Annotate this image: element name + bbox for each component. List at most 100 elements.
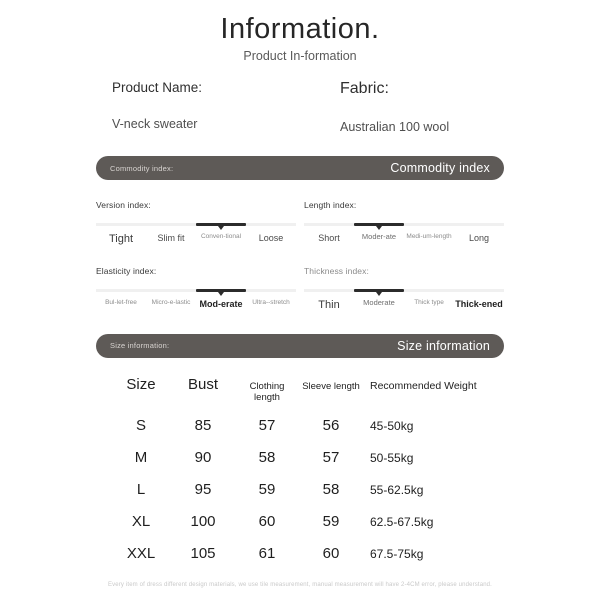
scale-thickness-index: Thickness index: Thin Moderate Thick typ…	[304, 266, 504, 311]
track-segment[interactable]	[96, 289, 146, 292]
product-name-column: Product Name: V-neck sweater	[112, 80, 340, 134]
cell-clothing-length: 61	[258, 545, 276, 563]
fabric-label: Fabric:	[340, 80, 389, 98]
scale-length-index: Length index: Short Moder-ate Medi-um-le…	[304, 200, 504, 245]
cell-size: XL	[131, 513, 151, 531]
cell-sleeve-length: 57	[322, 449, 340, 467]
scale-version-index: Version index: Tight Slim fit Conven-tio…	[96, 200, 296, 245]
cell-bust: 85	[194, 417, 212, 435]
scale-option-label-selected[interactable]: Mod-erate	[196, 299, 246, 309]
product-name-label: Product Name:	[112, 80, 203, 96]
scale-option-label[interactable]: Thin	[304, 299, 354, 311]
scale-option-label[interactable]: Tight	[96, 233, 146, 245]
track-segment-active[interactable]	[354, 289, 404, 293]
scale-elasticity-index: Elasticity index: Bul-let-free Micro-e-l…	[96, 266, 296, 311]
page-title: Information.	[220, 13, 380, 45]
column-header-sleeve-length: Sleeve length	[302, 380, 360, 392]
scale-option-label[interactable]: Ultra--stretch	[246, 299, 296, 309]
scale-title-elasticity: Elasticity index:	[96, 266, 157, 277]
scale-option-label-selected[interactable]: Moderate	[354, 299, 404, 311]
scale-option-label[interactable]: Thick type	[404, 299, 454, 311]
cell-recommended-weight: 45-50kg	[370, 418, 414, 433]
cell-size: S	[135, 417, 146, 435]
cell-recommended-weight: 67.5-75kg	[370, 546, 424, 561]
scale-option-label-selected[interactable]: Conven-tional	[196, 233, 246, 245]
scale-option-label[interactable]: Micro-e-lastic	[146, 299, 196, 309]
cell-bust: 105	[190, 545, 216, 563]
scale-track-thickness[interactable]	[304, 289, 504, 293]
product-meta-labels: Product Name: V-neck sweater Fabric: Aus…	[112, 80, 504, 134]
cell-clothing-length: 57	[258, 417, 276, 435]
cell-size: M	[134, 449, 148, 467]
track-segment-active[interactable]	[196, 223, 246, 227]
size-information-small-label: Size information:	[110, 341, 170, 351]
track-segment[interactable]	[404, 289, 454, 292]
track-segment[interactable]	[454, 289, 504, 292]
scale-option-label[interactable]: Thick-ened	[454, 299, 504, 311]
track-segment[interactable]	[146, 289, 196, 292]
cell-sleeve-length: 59	[322, 513, 340, 531]
scale-labels-length: Short Moder-ate Medi-um-length Long	[304, 232, 504, 243]
cell-clothing-length: 58	[258, 449, 276, 467]
size-table: Size Bust Clothing length Sleeve length …	[0, 376, 600, 570]
cell-bust: 90	[194, 449, 212, 467]
table-row: S 85 57 56 45-50kg	[110, 410, 500, 442]
cell-size: L	[136, 481, 146, 499]
scale-labels-version: Tight Slim fit Conven-tional Loose	[96, 233, 296, 245]
scale-track-version[interactable]	[96, 223, 296, 227]
scale-option-label[interactable]: Bul-let-free	[96, 299, 146, 309]
track-segment[interactable]	[246, 223, 296, 226]
cell-recommended-weight: 62.5-67.5kg	[370, 514, 434, 529]
scale-track-elasticity[interactable]	[96, 289, 296, 293]
scale-option-label[interactable]: Short	[304, 233, 354, 243]
scale-option-label[interactable]: Loose	[246, 233, 296, 245]
column-header-bust: Bust	[187, 375, 218, 393]
cell-bust: 100	[190, 513, 216, 531]
size-information-large-label: Size information	[397, 338, 490, 353]
table-row: XL 100 60 59 62.5-67.5kg	[110, 506, 500, 538]
scale-option-label[interactable]: Slim fit	[146, 233, 196, 245]
scale-labels-elasticity: Bul-let-free Micro-e-lastic Mod-erate Ul…	[96, 299, 296, 309]
scale-title-length: Length index:	[304, 200, 357, 211]
track-segment[interactable]	[96, 223, 146, 226]
cell-recommended-weight: 50-55kg	[370, 450, 414, 465]
track-segment-active[interactable]	[354, 223, 404, 227]
size-information-bar: Size information: Size information	[96, 333, 504, 358]
track-segment[interactable]	[304, 289, 354, 292]
scale-row-2: Elasticity index: Bul-let-free Micro-e-l…	[96, 266, 504, 311]
scale-labels-thickness: Thin Moderate Thick type Thick-ened	[304, 299, 504, 312]
cell-clothing-length: 59	[258, 481, 276, 499]
track-segment[interactable]	[246, 289, 296, 292]
track-segment[interactable]	[146, 223, 196, 226]
track-segment[interactable]	[304, 223, 354, 226]
page-subtitle: Product In-formation	[243, 48, 357, 63]
commodity-index-large-label: Commodity index	[390, 161, 490, 176]
table-row: XXL 105 61 60 67.5-75kg	[110, 538, 500, 570]
scale-track-length[interactable]	[304, 223, 504, 227]
column-header-size: Size	[126, 375, 156, 393]
scale-option-label[interactable]: Long	[454, 233, 504, 243]
cell-sleeve-length: 58	[322, 481, 340, 499]
cell-size: XXL	[126, 545, 156, 563]
table-row: L 95 59 58 55-62.5kg	[110, 474, 500, 506]
fabric-column: Fabric: Australian 100 wool	[340, 80, 540, 134]
page-header: Information. Product In-formation	[0, 0, 600, 64]
table-row: M 90 58 57 50-55kg	[110, 442, 500, 474]
scale-title-version: Version index:	[96, 200, 151, 211]
commodity-index-small-label: Commodity index:	[110, 163, 174, 173]
fabric-value: Australian 100 wool	[340, 120, 450, 135]
scale-option-label-selected[interactable]: Moder-ate	[354, 232, 404, 243]
scale-option-label[interactable]: Medi-um-length	[404, 233, 454, 243]
scale-row-1: Version index: Tight Slim fit Conven-tio…	[96, 200, 504, 245]
cell-sleeve-length: 56	[322, 417, 340, 435]
column-header-clothing-length: Clothing length	[249, 380, 285, 403]
track-segment-active[interactable]	[196, 289, 246, 293]
track-segment[interactable]	[454, 223, 504, 226]
scale-title-thickness: Thickness index:	[304, 266, 369, 277]
track-segment[interactable]	[404, 223, 454, 226]
cell-sleeve-length: 60	[322, 545, 340, 563]
index-scales: Version index: Tight Slim fit Conven-tio…	[0, 200, 600, 312]
product-name-value: V-neck sweater	[112, 117, 198, 132]
cell-recommended-weight: 55-62.5kg	[370, 482, 424, 497]
product-meta: Product Name: V-neck sweater Fabric: Aus…	[0, 80, 600, 134]
